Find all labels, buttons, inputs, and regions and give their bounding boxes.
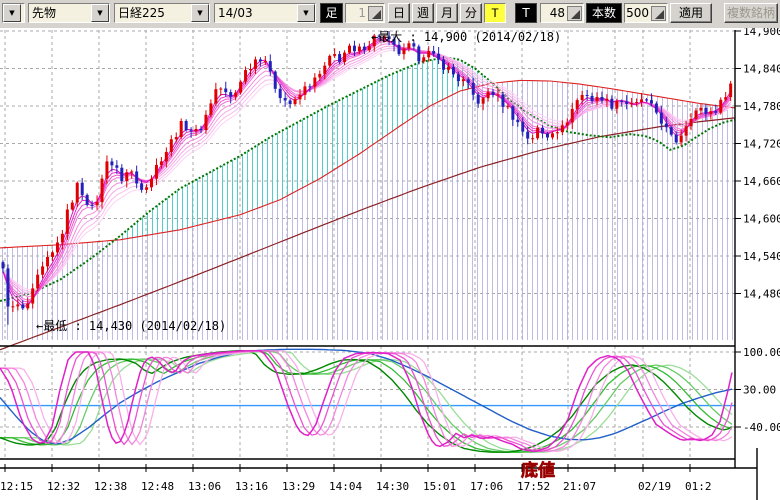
period-minute-button[interactable]: 分	[460, 3, 482, 23]
spinner-icon[interactable]	[651, 6, 666, 21]
t-count-label: T	[515, 3, 537, 23]
svg-text:21:07: 21:07	[563, 480, 596, 493]
svg-text:14:04: 14:04	[329, 480, 362, 493]
t-count-input[interactable]: 48	[540, 3, 584, 23]
svg-text:14,720: 14,720	[743, 138, 780, 151]
svg-text:14,660: 14,660	[743, 175, 780, 188]
contract-month-combo[interactable]: 14/03 ▼	[214, 3, 316, 23]
svg-text:100.00: 100.00	[743, 346, 780, 359]
contract-combo-value: 14/03	[215, 4, 297, 22]
chevron-down-icon[interactable]: ▼	[191, 4, 209, 22]
chart-canvas[interactable]: 14,900 14,840 14,780 14,720 14,660 14,600 14,5…	[0, 28, 780, 500]
spinner-icon[interactable]	[567, 6, 582, 21]
svg-text:12:15: 12:15	[0, 480, 33, 493]
svg-text:12:32: 12:32	[47, 480, 80, 493]
chevron-down-icon[interactable]: ▼	[91, 4, 109, 22]
chart-area[interactable]: 14,900 14,840 14,780 14,720 14,660 14,600 14,5…	[0, 28, 780, 500]
svg-text:14:30: 14:30	[376, 480, 409, 493]
oscillator-lines	[0, 349, 735, 452]
t-count-value: 48	[541, 5, 566, 21]
bar-count-value: 500	[625, 5, 650, 21]
symbol-combo-value: 日経225	[115, 4, 191, 22]
tick-toggle-button[interactable]: T	[484, 3, 506, 23]
svg-text:13:06: 13:06	[188, 480, 221, 493]
svg-text:14,780: 14,780	[743, 100, 780, 113]
svg-text:13:29: 13:29	[282, 480, 315, 493]
svg-text:30.00: 30.00	[743, 383, 776, 396]
period-week-button[interactable]: 週	[412, 3, 434, 23]
svg-text:14,480: 14,480	[743, 288, 780, 301]
bottom-price-annotation: 底値	[521, 460, 555, 481]
category-combo-value: 先物	[29, 4, 91, 22]
svg-text:12:48: 12:48	[141, 480, 174, 493]
ma-band-fills	[0, 57, 735, 340]
symbol-combo[interactable]: 日経225 ▼	[114, 3, 210, 23]
chevron-down-icon[interactable]: ▼	[3, 4, 21, 22]
max-price-annotation: ←最大 : 14,900 (2014/02/18)	[371, 30, 561, 44]
svg-text:14,900: 14,900	[743, 28, 780, 38]
svg-text:17:06: 17:06	[470, 480, 503, 493]
svg-text:-40.00: -40.00	[743, 421, 780, 434]
bar-count-label: 本数	[586, 3, 622, 23]
bar-count-input[interactable]: 500	[624, 3, 668, 23]
min-price-annotation: ←最低 : 14,430 (2014/02/18)	[36, 319, 226, 333]
left-mini-combo[interactable]: ▼	[2, 3, 25, 23]
multi-symbol-button[interactable]: 複数銘柄	[724, 3, 778, 23]
bar-type-label: 足	[320, 3, 343, 23]
svg-text:01:2: 01:2	[685, 480, 712, 493]
period-month-button[interactable]: 月	[436, 3, 458, 23]
toolbar: ▼ 先物 ▼ 日経225 ▼ 14/03 ▼ 足 1 日 週 月 分 T T 4…	[0, 0, 780, 29]
period-day-button[interactable]: 日	[388, 3, 410, 23]
svg-text:02/19: 02/19	[638, 480, 671, 493]
category-combo[interactable]: 先物 ▼	[28, 3, 110, 23]
chevron-down-icon[interactable]: ▼	[297, 4, 315, 22]
trading-chart-app: ▼ 先物 ▼ 日経225 ▼ 14/03 ▼ 足 1 日 週 月 分 T T 4…	[0, 0, 780, 500]
interval-input[interactable]: 1	[345, 3, 385, 23]
svg-text:17:52: 17:52	[517, 480, 550, 493]
interval-value: 1	[346, 5, 367, 21]
svg-text:15:01: 15:01	[423, 480, 456, 493]
svg-text:14,600: 14,600	[743, 213, 780, 226]
svg-text:14,540: 14,540	[743, 250, 780, 263]
svg-text:14,840: 14,840	[743, 63, 780, 76]
svg-text:13:16: 13:16	[235, 480, 268, 493]
spinner-icon[interactable]	[368, 6, 383, 21]
apply-button[interactable]: 適用	[670, 3, 712, 23]
svg-text:12:38: 12:38	[94, 480, 127, 493]
